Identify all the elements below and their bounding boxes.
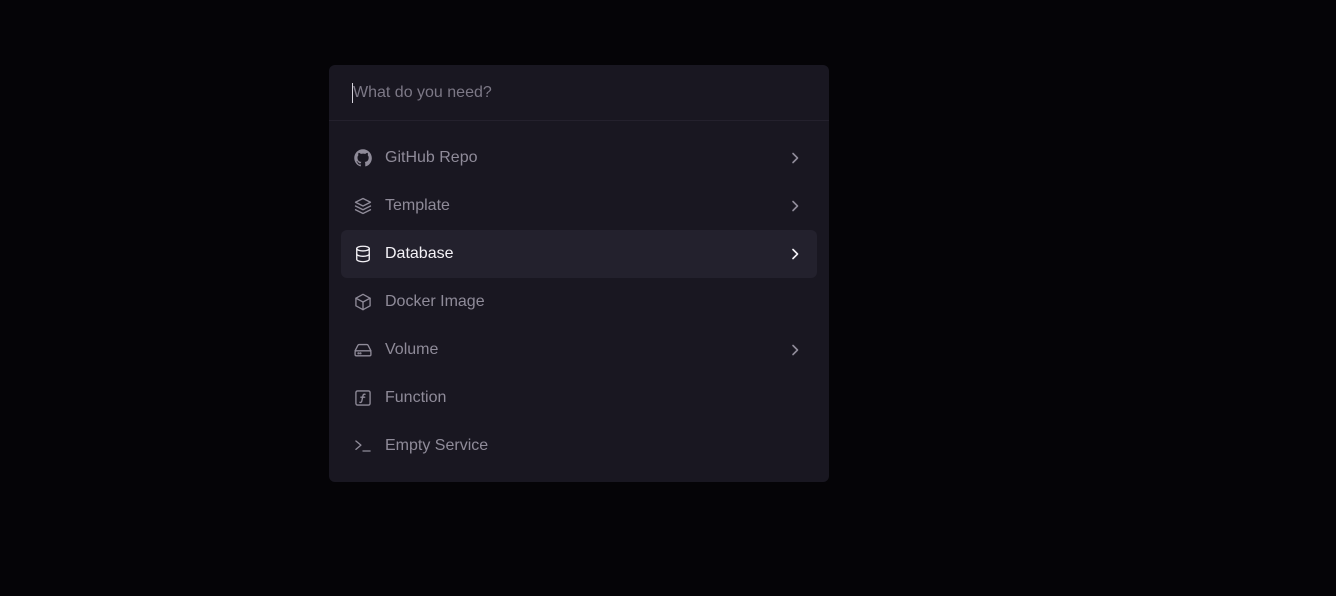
menu-item-label: Docker Image — [385, 293, 485, 310]
chevron-right-icon — [787, 150, 803, 166]
menu-item-label: Volume — [385, 341, 439, 358]
menu-item-label: Database — [385, 245, 454, 262]
menu-item-github-repo[interactable]: GitHub Repo — [341, 134, 817, 182]
menu-item-docker-image[interactable]: Docker Image — [341, 278, 817, 326]
function-icon — [353, 388, 373, 408]
menu-item-database[interactable]: Database — [341, 230, 817, 278]
text-caret — [352, 83, 353, 103]
menu-item-empty-service[interactable]: Empty Service — [341, 422, 817, 470]
layers-icon — [353, 196, 373, 216]
menu-item-label: Empty Service — [385, 437, 489, 454]
github-icon — [353, 148, 373, 168]
search-input[interactable] — [352, 81, 803, 105]
menu-item-function[interactable]: Function — [341, 374, 817, 422]
search-row — [329, 65, 829, 121]
terminal-icon — [353, 436, 373, 456]
menu-item-label: Template — [385, 197, 450, 214]
chevron-right-icon — [787, 246, 803, 262]
chevron-right-icon — [787, 198, 803, 214]
menu-item-template[interactable]: Template — [341, 182, 817, 230]
menu-item-label: Function — [385, 389, 447, 406]
chevron-right-icon — [787, 342, 803, 358]
menu-item-volume[interactable]: Volume — [341, 326, 817, 374]
menu-item-label: GitHub Repo — [385, 149, 478, 166]
database-icon — [353, 244, 373, 264]
command-palette: GitHub Repo Template Database — [329, 65, 829, 482]
command-list: GitHub Repo Template Database Docker Ima… — [341, 134, 817, 470]
hard-drive-icon — [353, 340, 373, 360]
box-icon — [353, 292, 373, 312]
